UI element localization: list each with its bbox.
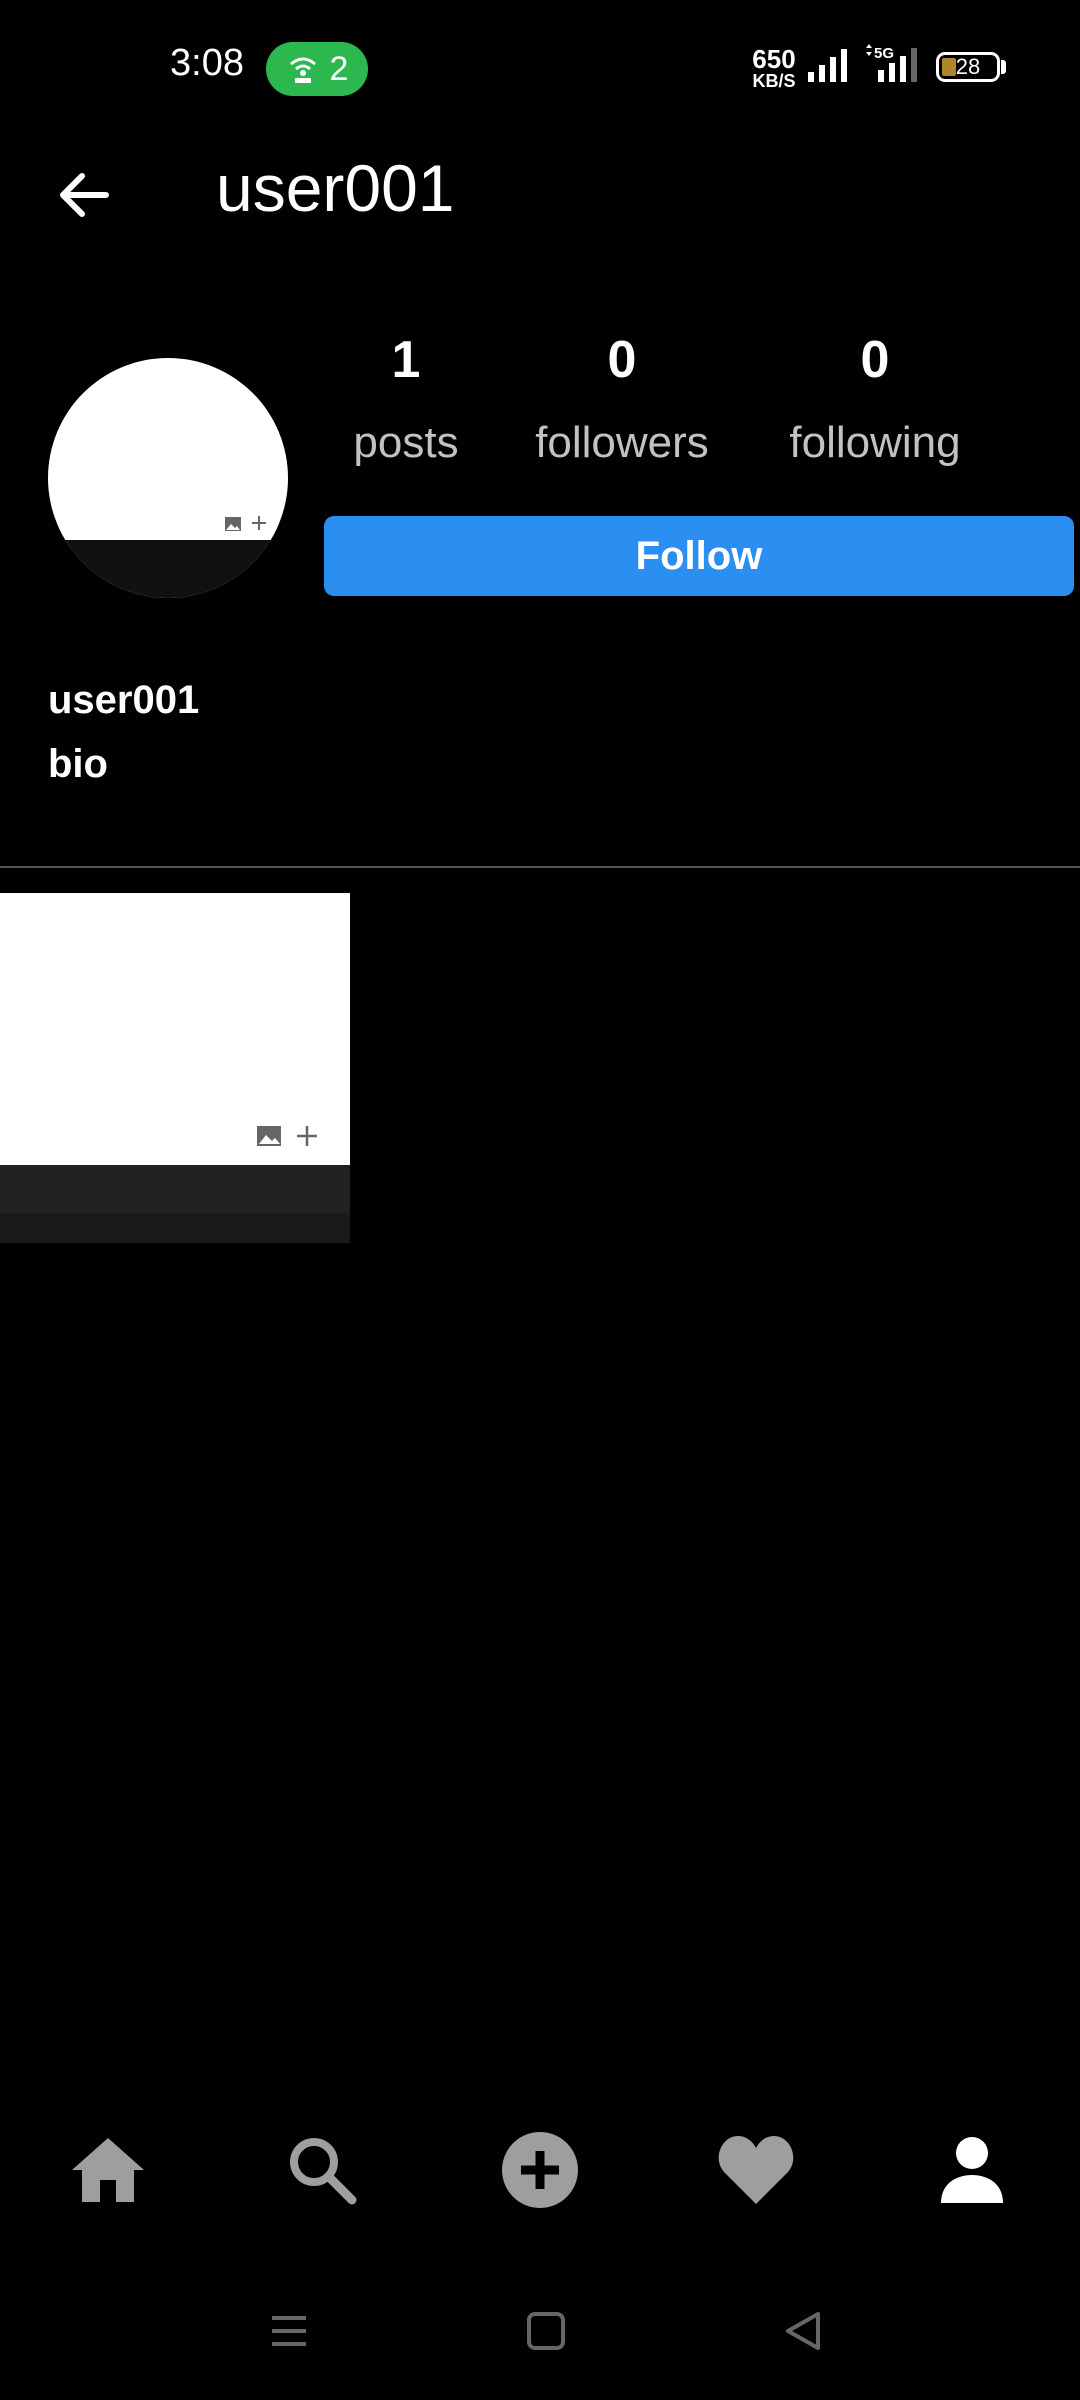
search-icon [290, 2138, 357, 2205]
page-title: user001 [216, 151, 455, 225]
posts-count: 1 [391, 331, 421, 389]
following-label: following [789, 418, 961, 467]
plus-icon [297, 1126, 317, 1146]
system-navigation [0, 2290, 1080, 2380]
signal-icon [808, 49, 847, 82]
profile-bio: bio [48, 742, 108, 786]
plus-icon [252, 516, 266, 530]
recents-button[interactable] [268, 2310, 310, 2357]
followers-count: 0 [607, 331, 637, 389]
nav-activity[interactable] [706, 2110, 806, 2230]
battery-tip [1001, 60, 1006, 74]
posts-label: posts [353, 418, 459, 467]
hotspot-icon [289, 57, 316, 83]
image-icon [257, 1126, 281, 1146]
home-square-icon [527, 2312, 565, 2350]
arrow-left-icon [60, 173, 109, 217]
add-post-icon [502, 2132, 578, 2208]
signal-5g-icon: 5G [866, 44, 917, 82]
back-triangle-icon [786, 2312, 820, 2350]
home-icon [72, 2138, 144, 2202]
speed-unit: KB/S [752, 71, 796, 91]
post-thumbnail[interactable] [0, 893, 350, 1243]
battery-level: 28 [955, 54, 981, 79]
status-time: 3:08 [170, 42, 244, 84]
battery-indicator: 28 [936, 52, 1000, 82]
speed-value: 650 [752, 44, 796, 74]
back-button[interactable] [50, 160, 120, 230]
following-count: 0 [860, 331, 890, 389]
nav-profile[interactable] [922, 2110, 1022, 2230]
image-icon [225, 517, 241, 531]
nav-search[interactable] [272, 2110, 372, 2230]
heart-icon [718, 2136, 794, 2204]
system-back-button[interactable] [782, 2310, 824, 2357]
home-button[interactable] [525, 2310, 567, 2357]
hotspot-count: 2 [329, 49, 349, 88]
stat-following[interactable]: 0 following [775, 330, 975, 468]
network-speed: 650 KB/S [748, 46, 800, 90]
hotspot-indicator[interactable]: 2 [266, 42, 368, 96]
profile-icon [941, 2137, 1003, 2203]
network-type-label: 5G [874, 45, 894, 62]
menu-icon [272, 2316, 306, 2346]
nav-add-post[interactable] [490, 2110, 590, 2230]
avatar[interactable] [48, 358, 288, 598]
nav-home[interactable] [58, 2110, 158, 2230]
profile-username: user001 [48, 678, 200, 722]
bottom-navigation [0, 2110, 1080, 2230]
stat-followers[interactable]: 0 followers [522, 330, 722, 468]
followers-label: followers [535, 418, 709, 467]
follow-button[interactable]: Follow [324, 516, 1074, 596]
divider [0, 866, 1080, 868]
stat-posts[interactable]: 1 posts [306, 330, 506, 468]
